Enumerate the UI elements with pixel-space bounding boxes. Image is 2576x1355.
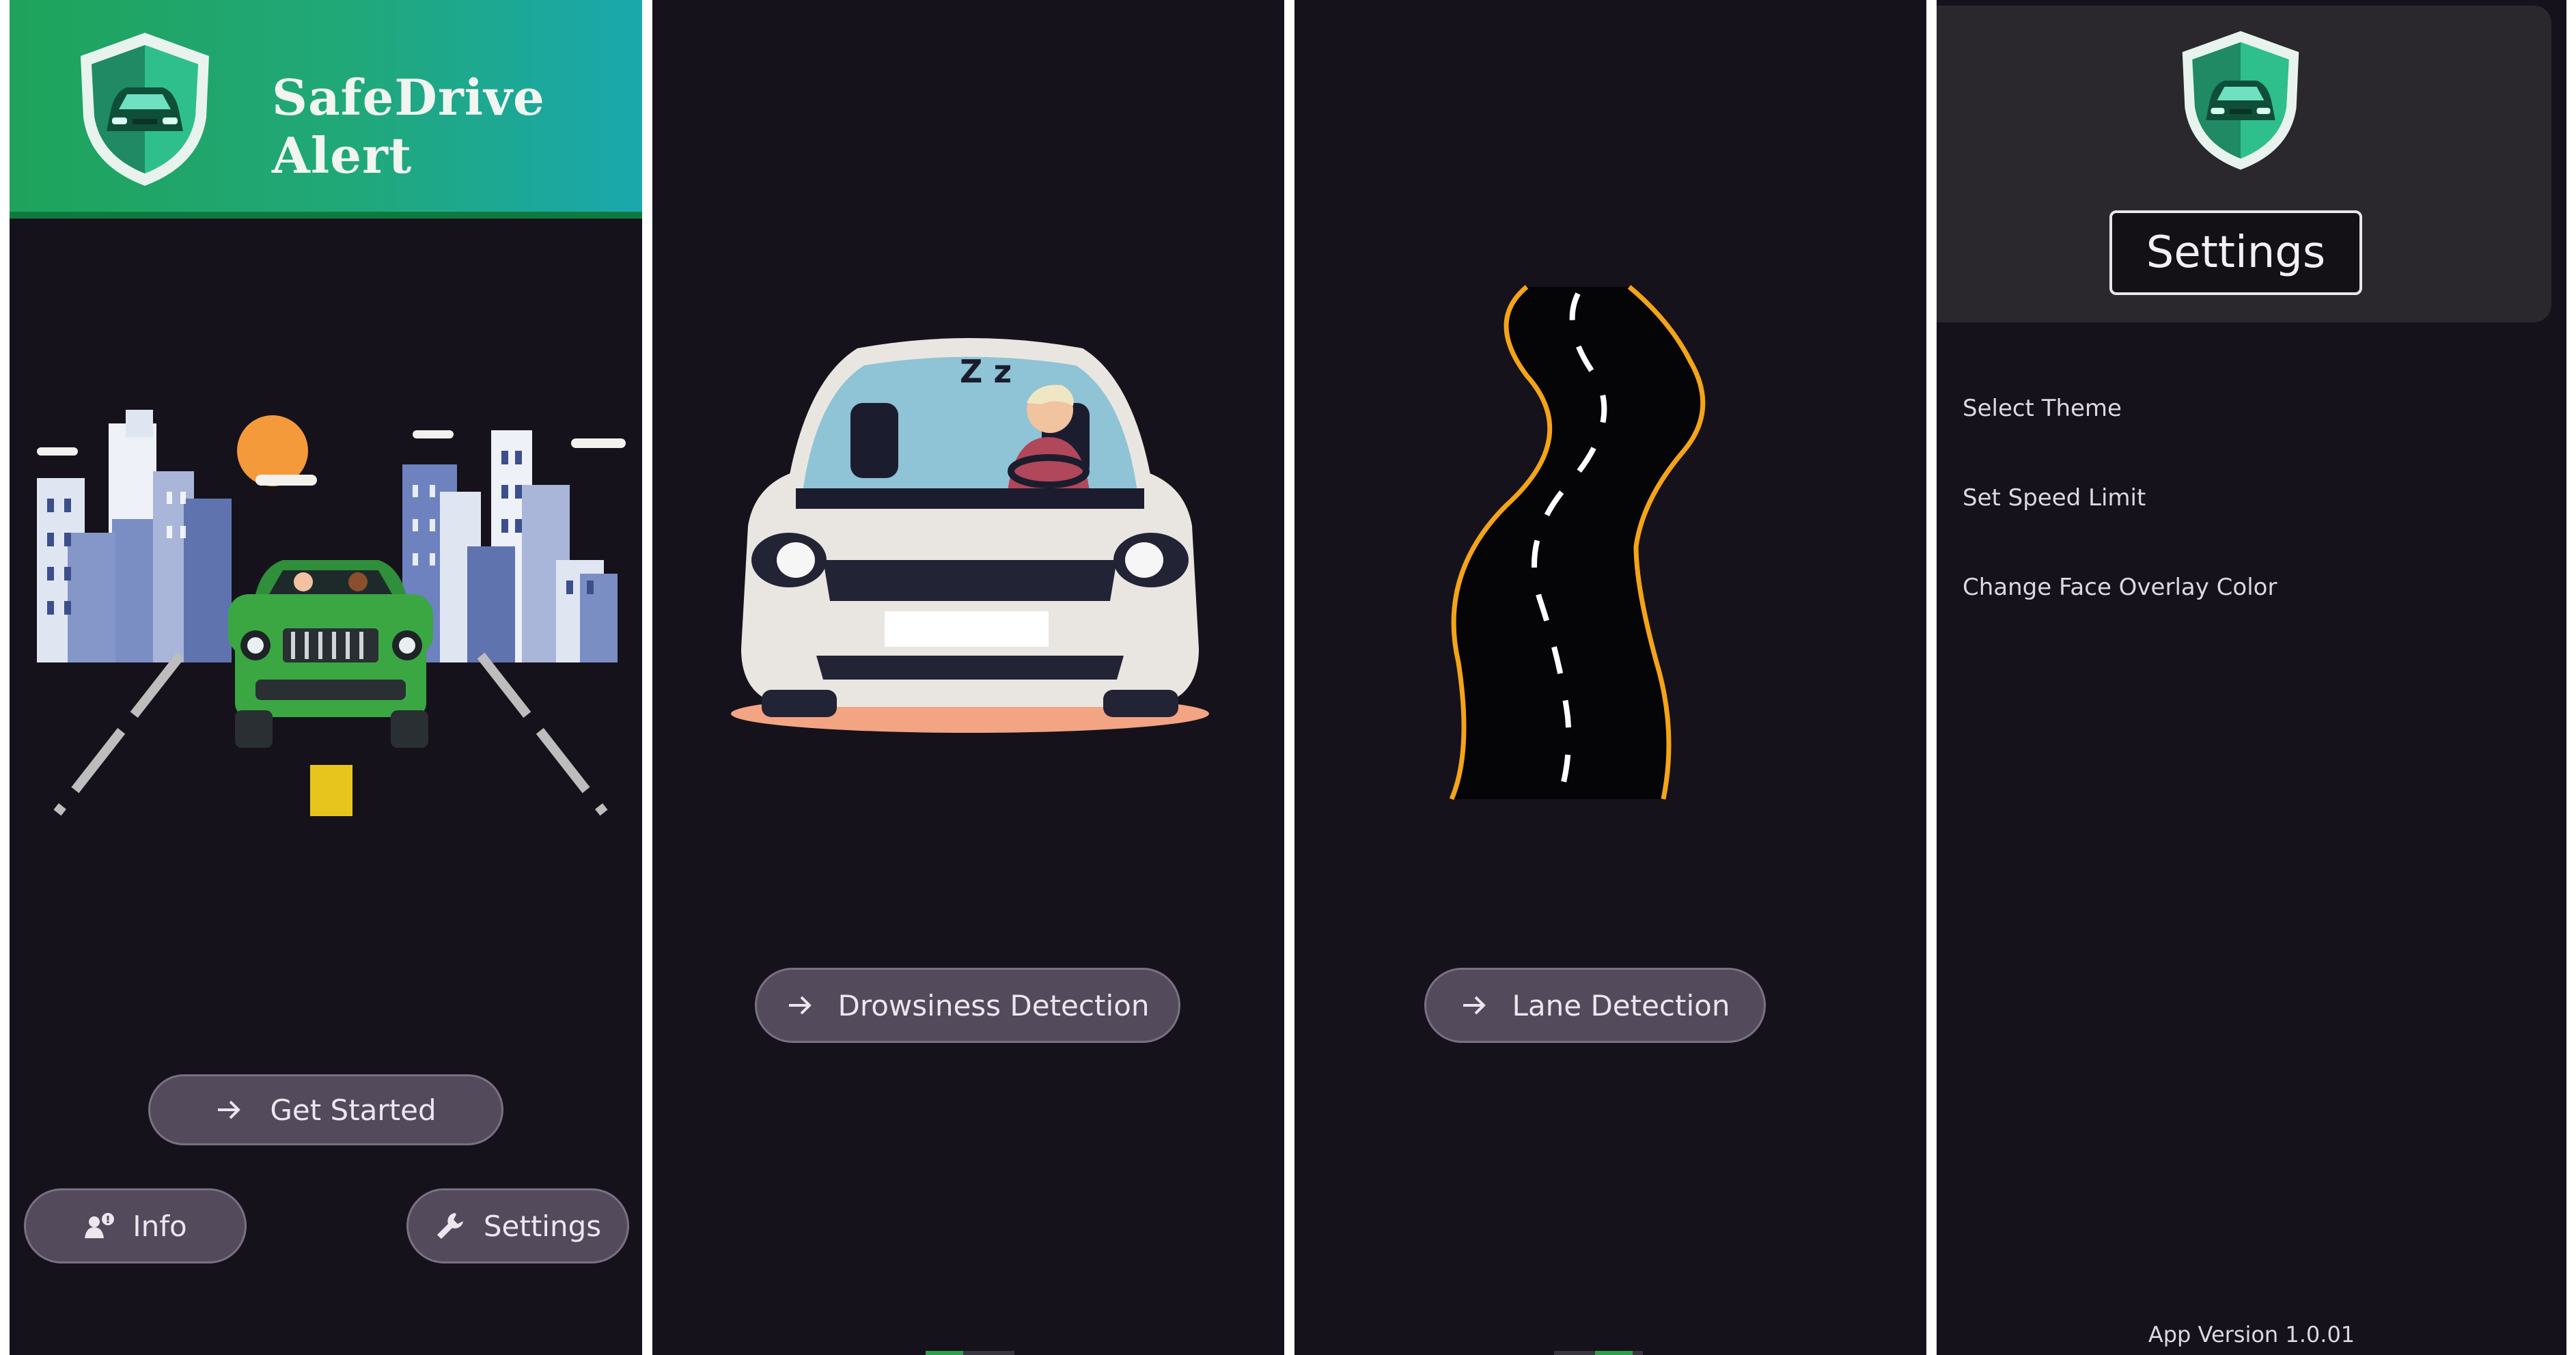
- settings-label: Settings: [483, 1209, 602, 1243]
- wrench-icon: [437, 1213, 463, 1239]
- app-version: App Version 1.0.01: [2148, 1322, 2355, 1347]
- info-person-icon: [85, 1213, 115, 1238]
- page-indicator-active: [926, 1351, 963, 1355]
- lane-detection-label: Lane Detection: [1512, 988, 1730, 1022]
- select-theme-item[interactable]: Select Theme: [1963, 395, 2122, 422]
- settings-button[interactable]: Settings: [406, 1188, 629, 1263]
- page-indicator-active: [1595, 1351, 1633, 1355]
- app-title: SafeDrive Alert: [272, 68, 545, 184]
- drowsiness-screen: Z z Drowsiness Detection: [652, 0, 1284, 1355]
- get-started-label: Get Started: [270, 1093, 437, 1127]
- city-car-illustration: [37, 410, 626, 816]
- drowsiness-detection-button[interactable]: Drowsiness Detection: [755, 968, 1180, 1043]
- info-button[interactable]: Info: [24, 1188, 247, 1263]
- arrow-right-icon: [1463, 996, 1486, 1015]
- shield-car-logo-icon: [81, 33, 209, 186]
- drowsiness-detection-label: Drowsiness Detection: [837, 988, 1150, 1022]
- app-header: SafeDrive Alert: [10, 0, 642, 219]
- set-speed-limit-item[interactable]: Set Speed Limit: [1963, 484, 2146, 512]
- page-indicator: [926, 1351, 1014, 1355]
- arrow-right-icon: [218, 1100, 241, 1119]
- winding-road-illustration: [1449, 285, 1706, 800]
- sleep-z-text: Z z: [960, 353, 1012, 390]
- settings-screen: Settings Select Theme Set Speed Limit Ch…: [1937, 0, 2566, 1355]
- lane-screen: Lane Detection: [1294, 0, 1926, 1355]
- arrow-right-icon: [788, 996, 812, 1015]
- drowsy-driver-car-illustration: Z z: [731, 338, 1209, 733]
- lane-detection-button[interactable]: Lane Detection: [1424, 968, 1766, 1043]
- get-started-button[interactable]: Get Started: [148, 1074, 503, 1145]
- info-label: Info: [133, 1209, 187, 1243]
- page-indicator: [1554, 1351, 1643, 1355]
- change-face-overlay-color-item[interactable]: Change Face Overlay Color: [1963, 574, 2277, 601]
- home-screen: SafeDrive Alert Get Started Info Setting…: [10, 0, 642, 1355]
- settings-header-card: Settings: [1937, 5, 2551, 322]
- shield-car-logo-icon: [2182, 31, 2299, 170]
- settings-title: Settings: [2109, 210, 2362, 295]
